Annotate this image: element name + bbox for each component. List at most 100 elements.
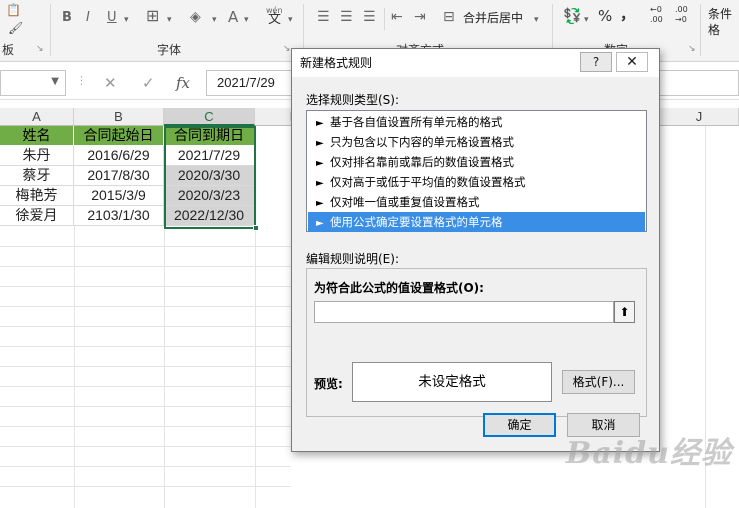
gridline bbox=[0, 466, 291, 467]
close-button[interactable]: ✕ bbox=[616, 52, 648, 72]
gridline bbox=[0, 486, 291, 487]
fill-color-icon[interactable]: ◈ bbox=[190, 9, 201, 25]
format-painter-icon[interactable]: 🖌 bbox=[8, 20, 23, 36]
gridline bbox=[0, 406, 291, 407]
cell-a1[interactable]: 姓名 bbox=[0, 126, 74, 146]
italic-button[interactable]: I bbox=[86, 10, 90, 26]
gridline bbox=[0, 366, 291, 367]
border-icon[interactable]: ⊞ bbox=[146, 8, 159, 24]
watermark: Baidu经验 bbox=[566, 436, 732, 471]
currency-icon[interactable]: 💱 bbox=[563, 8, 582, 24]
gridline bbox=[255, 126, 256, 508]
gridline bbox=[0, 246, 291, 247]
cell-a3[interactable]: 蔡牙 bbox=[0, 166, 74, 186]
cell-c2[interactable]: 2021/7/29 bbox=[164, 146, 255, 166]
currency-dropdown-icon[interactable]: ▾ bbox=[584, 12, 589, 28]
cell-a4[interactable]: 梅艳芳 bbox=[0, 186, 74, 206]
gridline bbox=[0, 386, 291, 387]
preview-label: 预览: bbox=[314, 377, 343, 391]
ok-button[interactable]: 确定 bbox=[483, 413, 556, 437]
align-left-icon[interactable]: ☰ bbox=[317, 9, 330, 25]
format-button[interactable]: 格式(F)... bbox=[562, 370, 635, 394]
decrease-decimal-button[interactable]: .00 →0 bbox=[675, 5, 691, 25]
cell-a2[interactable]: 朱丹 bbox=[0, 146, 74, 166]
edit-description-label: 编辑规则说明(E): bbox=[306, 252, 399, 266]
preview-box: 未设定格式 bbox=[352, 362, 552, 402]
enter-icon[interactable]: ✓ bbox=[142, 74, 155, 92]
gridline bbox=[0, 286, 291, 287]
triangle-icon: ► bbox=[316, 158, 324, 169]
collapse-dialog-button[interactable]: ⬆ bbox=[614, 301, 635, 323]
rule-item[interactable]: ► 只为包含以下内容的单元格设置格式 bbox=[308, 132, 645, 152]
triangle-icon: ► bbox=[316, 198, 324, 209]
increase-decimal-button[interactable]: ←0 .00 bbox=[650, 5, 666, 25]
formula-label: 为符合此公式的值设置格式(O): bbox=[314, 281, 484, 295]
insert-function-button[interactable]: fx bbox=[176, 74, 190, 92]
underline-button[interactable]: U bbox=[107, 10, 117, 26]
cell-a5[interactable]: 徐爱月 bbox=[0, 206, 74, 226]
gridline bbox=[0, 326, 291, 327]
column-header-j[interactable]: J bbox=[660, 108, 739, 126]
gridline bbox=[0, 266, 291, 267]
formula-field[interactable] bbox=[314, 301, 614, 323]
name-box[interactable]: ▼ bbox=[0, 70, 66, 96]
percent-button[interactable]: % bbox=[598, 8, 612, 24]
gridline bbox=[0, 446, 291, 447]
cell-c3[interactable]: 2020/3/30 bbox=[164, 166, 255, 186]
border-dropdown-icon[interactable]: ▾ bbox=[167, 12, 172, 28]
increase-indent-icon[interactable]: ⇥ bbox=[414, 9, 426, 25]
font-color-button[interactable]: A bbox=[228, 9, 238, 25]
merge-dropdown-icon[interactable]: ▾ bbox=[534, 12, 539, 28]
triangle-icon: ► bbox=[316, 138, 324, 149]
phonetic-button[interactable]: 文 bbox=[268, 12, 281, 28]
name-box-dropdown-icon[interactable]: ▼ bbox=[51, 76, 59, 87]
column-header-c[interactable]: C bbox=[164, 108, 255, 126]
cell-b2[interactable]: 2016/6/29 bbox=[74, 146, 164, 166]
font-color-dropdown-icon[interactable]: ▾ bbox=[244, 12, 249, 28]
more-options-icon: ⋮ bbox=[76, 74, 87, 87]
merge-center-icon[interactable]: ⊟ bbox=[443, 9, 455, 25]
merge-center-button[interactable]: 合并后居中 bbox=[463, 10, 523, 26]
cell-b3[interactable]: 2017/8/30 bbox=[74, 166, 164, 186]
column-header-a[interactable]: A bbox=[0, 108, 74, 126]
font-group-label: 字体 bbox=[157, 43, 182, 57]
triangle-icon: ► bbox=[316, 218, 324, 229]
cell-c4[interactable]: 2020/3/23 bbox=[164, 186, 255, 206]
align-center-icon[interactable]: ☰ bbox=[340, 9, 353, 25]
cell-b1[interactable]: 合同起始日 bbox=[74, 126, 164, 146]
rule-item[interactable]: ► 基于各自值设置所有单元格的格式 bbox=[308, 112, 645, 132]
cell-b4[interactable]: 2015/3/9 bbox=[74, 186, 164, 206]
help-button[interactable]: ? bbox=[580, 52, 612, 72]
font-dialog-launcher-icon[interactable]: ↘ bbox=[283, 41, 291, 57]
separator bbox=[700, 4, 701, 56]
separator bbox=[50, 4, 51, 56]
cell-c5[interactable]: 2022/12/30 bbox=[164, 206, 255, 226]
rule-type-list: ► 基于各自值设置所有单元格的格式 ► 只为包含以下内容的单元格设置格式 ► 仅对排名… bbox=[306, 110, 647, 232]
align-right-icon[interactable]: ☰ bbox=[363, 9, 376, 25]
column-header-b[interactable]: B bbox=[74, 108, 164, 126]
gridline bbox=[0, 306, 291, 307]
gridline bbox=[0, 346, 291, 347]
rule-item[interactable]: ► 仅对高于或低于平均值的数值设置格式 bbox=[308, 172, 645, 192]
rule-type-label: 选择规则类型(S): bbox=[306, 93, 400, 107]
cell-b5[interactable]: 2103/1/30 bbox=[74, 206, 164, 226]
rule-item-selected[interactable]: ► 使用公式确定要设置格式的单元格 bbox=[308, 212, 645, 232]
separator bbox=[384, 8, 385, 30]
fill-dropdown-icon[interactable]: ▾ bbox=[212, 12, 217, 28]
triangle-icon: ► bbox=[316, 118, 324, 129]
bold-button[interactable]: B bbox=[62, 10, 72, 26]
rule-item[interactable]: ► 仅对唯一值或重复值设置格式 bbox=[308, 192, 645, 212]
phonetic-dropdown-icon[interactable]: ▾ bbox=[288, 12, 293, 28]
cell-c1[interactable]: 合同到期日 bbox=[164, 126, 255, 146]
rule-item[interactable]: ► 仅对排名靠前或靠后的数值设置格式 bbox=[308, 152, 645, 172]
comma-button[interactable]: ， bbox=[620, 6, 635, 22]
dialog-launcher-icon[interactable]: ↘ bbox=[36, 41, 44, 57]
cancel-icon[interactable]: ✕ bbox=[104, 74, 117, 92]
decrease-indent-icon[interactable]: ⇤ bbox=[391, 9, 403, 25]
conditional-format-button[interactable]: 条件格 bbox=[708, 6, 739, 38]
fill-handle[interactable] bbox=[253, 225, 259, 231]
number-dialog-launcher-icon[interactable]: ↘ bbox=[688, 41, 696, 57]
paste-icon[interactable]: 📋 bbox=[6, 2, 21, 18]
gridline bbox=[0, 426, 291, 427]
underline-dropdown-icon[interactable]: ▾ bbox=[124, 12, 129, 28]
